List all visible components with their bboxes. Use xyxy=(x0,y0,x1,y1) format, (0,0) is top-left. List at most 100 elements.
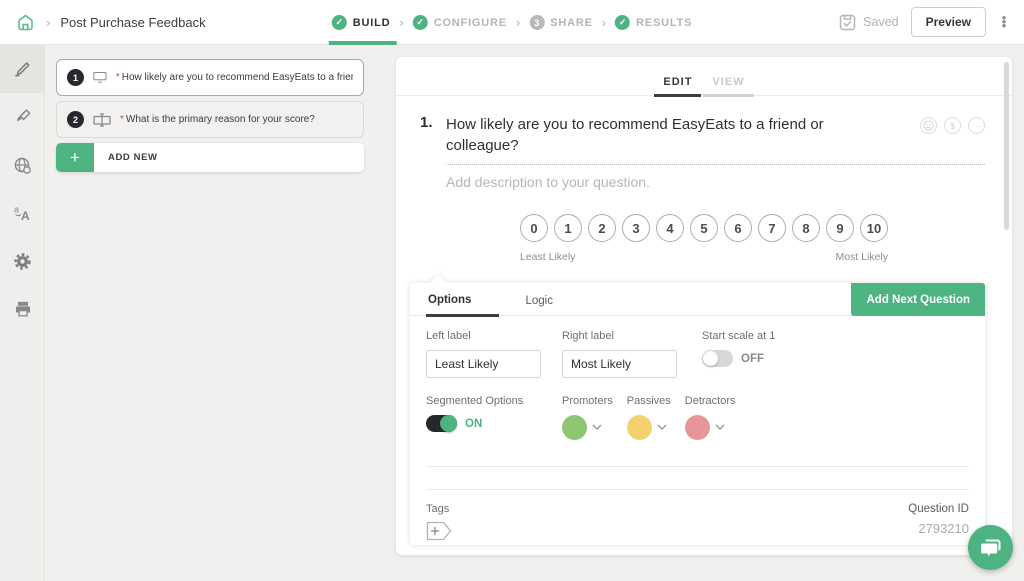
question-list-item-2[interactable]: 2 *What is the primary reason for your s… xyxy=(56,101,364,138)
passives-label: Passives xyxy=(627,395,671,407)
edit-view-tabs: EDIT VIEW xyxy=(396,57,1012,96)
nps-option-2[interactable]: 2 xyxy=(588,214,616,242)
nps-option-8[interactable]: 8 xyxy=(792,214,820,242)
monitor-icon xyxy=(93,70,107,85)
promoters-label: Promoters xyxy=(562,395,613,407)
tools-sidebar: a A xyxy=(0,45,45,581)
nps-option-4[interactable]: 4 xyxy=(656,214,684,242)
nps-option-3[interactable]: 3 xyxy=(622,214,650,242)
sidebar-item-web[interactable] xyxy=(0,141,45,189)
question-id-label: Question ID xyxy=(908,503,969,515)
right-label-label: Right label xyxy=(562,330,700,342)
printer-icon xyxy=(13,299,33,319)
step-nav: ✓ BUILD › ✓ CONFIGURE › 3 SHARE › ✓ RESU… xyxy=(332,0,692,45)
gear-icon xyxy=(12,251,33,272)
sidebar-item-editor[interactable] xyxy=(0,45,45,93)
chat-bubble-icon xyxy=(979,536,1003,560)
step-results[interactable]: ✓ RESULTS xyxy=(615,0,692,45)
globe-icon xyxy=(12,155,33,176)
tab-logic[interactable]: Logic xyxy=(525,295,553,315)
chat-launcher-button[interactable] xyxy=(968,525,1013,570)
step-share[interactable]: 3 SHARE xyxy=(529,0,593,45)
nps-option-9[interactable]: 9 xyxy=(826,214,854,242)
tag-plus-icon xyxy=(426,521,456,541)
saved-icon xyxy=(838,13,857,32)
add-next-question-button[interactable]: Add Next Question xyxy=(851,283,985,316)
question-list-item-text: *What is the primary reason for your sco… xyxy=(120,114,315,125)
nps-option-10[interactable]: 10 xyxy=(860,214,888,242)
add-tag-button[interactable] xyxy=(426,521,456,541)
question-list: 1 *How likely are you to recommend EasyE… xyxy=(56,59,364,172)
preview-button[interactable]: Preview xyxy=(911,7,986,37)
nps-option-0[interactable]: 0 xyxy=(520,214,548,242)
left-label-input[interactable] xyxy=(426,350,541,378)
segmented-options-label: Segmented Options xyxy=(426,395,562,407)
promoters-color-swatch[interactable] xyxy=(562,415,587,440)
step-build-label: BUILD xyxy=(353,17,391,29)
sidebar-item-settings[interactable] xyxy=(0,237,45,285)
more-options-icon[interactable]: ··· xyxy=(968,117,985,134)
sidebar-item-translate[interactable]: a A xyxy=(0,189,45,237)
tab-edit[interactable]: EDIT xyxy=(654,76,701,97)
step-results-label: RESULTS xyxy=(636,17,692,29)
scale-right-label: Most Likely xyxy=(835,251,888,263)
tab-options[interactable]: Options xyxy=(426,294,499,317)
promoters-column: Promoters xyxy=(562,395,613,440)
translate-icon: a A xyxy=(12,203,33,224)
chevron-down-icon[interactable] xyxy=(715,424,725,431)
passives-color-swatch[interactable] xyxy=(627,415,652,440)
check-icon: ✓ xyxy=(332,15,347,30)
question-list-item-1[interactable]: 1 *How likely are you to recommend EasyE… xyxy=(56,59,364,96)
smiley-icon[interactable] xyxy=(920,117,937,134)
step-sep-icon: › xyxy=(516,15,520,30)
question-id-value: 2793210 xyxy=(908,521,969,536)
nps-scale: 0 1 2 3 4 5 6 7 8 9 10 Least Likely Most… xyxy=(520,214,888,263)
step-number-badge: 3 xyxy=(529,15,544,30)
dollar-icon[interactable]: $ xyxy=(944,117,961,134)
detractors-column: Detractors xyxy=(685,395,736,440)
nps-option-6[interactable]: 6 xyxy=(724,214,752,242)
nps-option-5[interactable]: 5 xyxy=(690,214,718,242)
chevron-down-icon[interactable] xyxy=(657,424,667,431)
survey-title: Post Purchase Feedback xyxy=(60,15,205,30)
textbox-icon xyxy=(93,113,111,127)
detractors-color-swatch[interactable] xyxy=(685,415,710,440)
saved-label: Saved xyxy=(863,15,898,29)
divider xyxy=(426,489,969,490)
segmented-options-toggle[interactable] xyxy=(426,415,457,432)
question-list-item-text: *How likely are you to recommend EasyEat… xyxy=(116,72,353,83)
nps-option-7[interactable]: 7 xyxy=(758,214,786,242)
svg-text:a: a xyxy=(14,204,19,214)
question-number-badge: 1 xyxy=(67,69,84,86)
sidebar-item-theme[interactable] xyxy=(0,93,45,141)
scrollbar-thumb[interactable] xyxy=(1004,62,1009,230)
add-new-question-button[interactable]: + ADD NEW xyxy=(56,143,364,172)
passives-column: Passives xyxy=(627,395,671,440)
step-build[interactable]: ✓ BUILD xyxy=(332,0,391,45)
nps-option-1[interactable]: 1 xyxy=(554,214,582,242)
tags-label: Tags xyxy=(426,503,456,515)
question-number: 1. xyxy=(420,114,446,156)
chevron-down-icon[interactable] xyxy=(592,424,602,431)
title-dotted-underline xyxy=(446,164,985,165)
right-label-input[interactable] xyxy=(562,350,677,378)
saved-status: Saved xyxy=(838,13,898,32)
start-scale-toggle[interactable] xyxy=(702,350,733,367)
step-configure[interactable]: ✓ CONFIGURE xyxy=(413,0,507,45)
left-label-label: Left label xyxy=(426,330,562,342)
home-icon xyxy=(15,12,36,33)
required-marker: * xyxy=(120,114,124,125)
description-input[interactable] xyxy=(446,174,985,190)
home-button[interactable] xyxy=(14,11,36,33)
divider xyxy=(426,466,969,467)
sidebar-item-print[interactable] xyxy=(0,285,45,333)
tab-view[interactable]: VIEW xyxy=(703,76,753,97)
kebab-menu-icon[interactable]: ••• xyxy=(998,16,1010,28)
question-description xyxy=(446,174,985,192)
step-share-label: SHARE xyxy=(550,17,593,29)
pencil-icon xyxy=(13,59,33,79)
question-title[interactable]: How likely are you to recommend EasyEats… xyxy=(446,114,846,156)
add-new-label: ADD NEW xyxy=(94,152,158,163)
detractors-label: Detractors xyxy=(685,395,736,407)
scale-left-label: Least Likely xyxy=(520,251,575,263)
